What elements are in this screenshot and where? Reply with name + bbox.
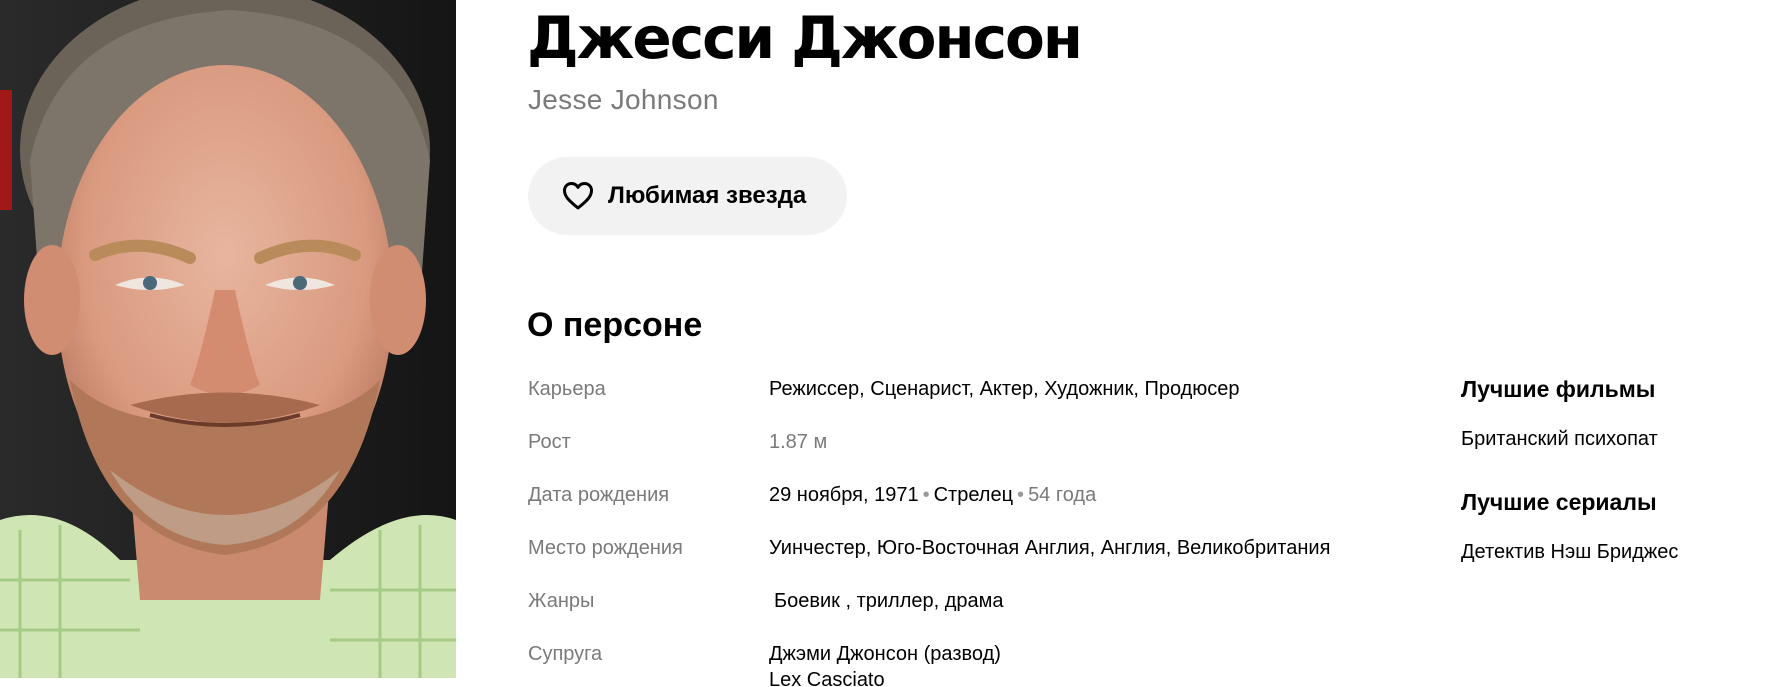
info-row-genres: Жанры Боевик , триллер, драма	[528, 584, 1428, 637]
person-page: Джесси Джонсон Jesse Johnson Любимая зве…	[0, 0, 1774, 687]
birth-date-link[interactable]: 29 ноября, 1971	[769, 484, 919, 506]
info-value-genres[interactable]: Боевик , триллер, драма	[774, 588, 1004, 614]
favorite-star-button[interactable]: Любимая звезда	[528, 157, 847, 235]
favorite-star-label: Любимая звезда	[608, 182, 807, 209]
spouse-link[interactable]: Джэми Джонсон (развод)	[769, 641, 1001, 667]
info-key: Место рождения	[528, 537, 683, 559]
best-film-link[interactable]: Британский психопат	[1461, 426, 1761, 452]
info-value-height: 1.87 м	[769, 431, 828, 453]
person-name: Джесси Джонсон	[527, 4, 1083, 72]
info-key: Жанры	[528, 590, 595, 612]
separator-dot: •	[1017, 484, 1025, 506]
about-info-table: Карьера Режиссер, Сценарист, Актер, Худо…	[528, 372, 1428, 687]
info-row-height: Рост 1.87 м	[528, 425, 1428, 478]
info-row-spouse: Супруга Джэми Джонсон (развод) Lex Casci…	[528, 637, 1428, 687]
info-value-birthdate: 29 ноября, 1971 • Стрелец • 54 года	[769, 482, 1096, 508]
heart-outline-icon	[562, 181, 594, 211]
age-text: 54 года	[1028, 484, 1097, 506]
info-row-birthdate: Дата рождения 29 ноября, 1971 • Стрелец • 54…	[528, 478, 1428, 531]
info-value-career[interactable]: Режиссер, Сценарист, Актер, Художник, Пр…	[769, 376, 1240, 402]
info-row-career: Карьера Режиссер, Сценарист, Актер, Худо…	[528, 372, 1428, 425]
info-key: Рост	[528, 431, 571, 453]
best-series-title: Лучшие сериалы	[1461, 489, 1657, 515]
info-row-birthplace: Место рождения Уинчестер, Юго-Восточная …	[528, 531, 1428, 584]
person-photo	[0, 0, 456, 678]
info-value-birthplace[interactable]: Уинчестер, Юго-Восточная Англия, Англия,…	[769, 535, 1330, 561]
info-key: Дата рождения	[528, 484, 670, 506]
zodiac-link[interactable]: Стрелец	[934, 484, 1013, 506]
best-works-sidebar: Лучшие фильмы Британский психопат Лучшие…	[1461, 374, 1761, 565]
portrait-illustration	[0, 0, 456, 678]
best-films-title: Лучшие фильмы	[1461, 376, 1656, 402]
info-key: Супруга	[528, 643, 603, 665]
best-series-link[interactable]: Детектив Нэш Бриджес	[1461, 539, 1761, 565]
info-key: Карьера	[528, 378, 606, 400]
person-original-name: Jesse Johnson	[528, 84, 719, 115]
spouse-link[interactable]: Lex Casciato	[769, 667, 1001, 687]
info-value-spouse: Джэми Джонсон (развод) Lex Casciato	[769, 641, 1001, 687]
about-section-title: О персоне	[527, 306, 703, 344]
separator-dot: •	[922, 484, 930, 506]
